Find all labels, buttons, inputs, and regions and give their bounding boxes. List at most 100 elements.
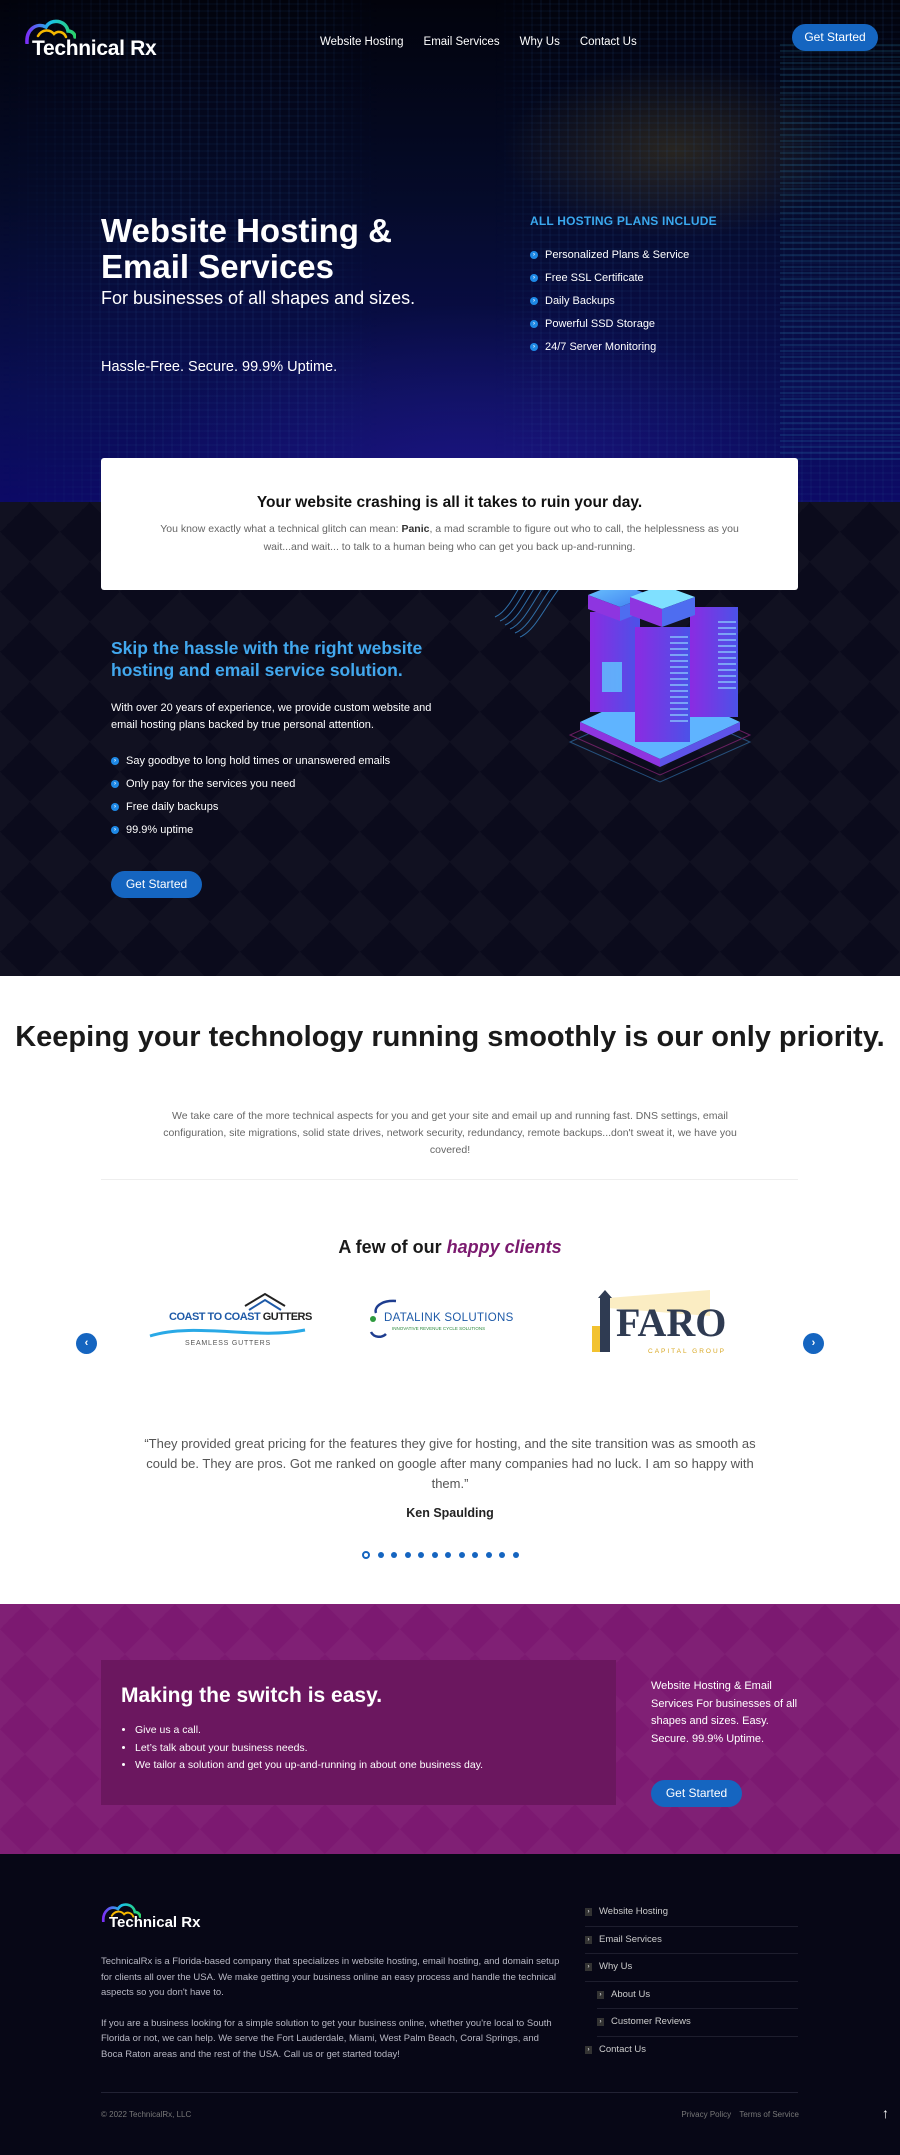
footer-link[interactable]: Website Hosting — [599, 1906, 668, 1917]
crash-body-text: You know exactly what a technical glitch… — [160, 523, 402, 535]
crash-body-emphasis: Panic — [401, 523, 430, 535]
carousel-pagination — [362, 1551, 519, 1559]
switch-title: Making the switch is easy. — [121, 1684, 383, 1707]
carousel-dot[interactable] — [431, 1552, 438, 1558]
chevron-right-icon: › — [111, 803, 119, 811]
footer-about: TechnicalRx is a Florida-based company t… — [101, 1954, 561, 2062]
crash-warning-card: Your website crashing is all it takes to… — [101, 458, 798, 590]
footer-link-item: › About Us — [597, 1982, 798, 2009]
footer-link[interactable]: Contact Us — [599, 2044, 646, 2055]
chevron-left-icon: ‹ — [84, 1337, 89, 1349]
priority-body: We take care of the more technical aspec… — [163, 1110, 737, 1156]
footer-link-item: › Why Us — [585, 1954, 798, 1982]
coast-logo-tagline: SEAMLESS GUTTERS — [185, 1340, 271, 1347]
hero-tagline: Hassle-Free. Secure. 99.9% Uptime. — [101, 359, 338, 375]
copyright: © 2022 TechnicalRx, LLC — [101, 2110, 192, 2119]
logo-text: Technical Rx — [32, 37, 157, 60]
benefit-label: Say goodbye to long hold times or unansw… — [126, 755, 391, 767]
footer-link-item: › Website Hosting — [585, 1899, 798, 1927]
carousel-dot[interactable] — [512, 1552, 519, 1558]
skip-title: Skip the hassle with the right website h… — [111, 638, 423, 680]
carousel-dot[interactable] — [445, 1552, 451, 1558]
benefit-label: Only pay for the services you need — [126, 778, 296, 790]
top-navigation: Technical Rx Website Hosting Email Servi… — [0, 0, 900, 80]
carousel-dot[interactable] — [362, 1551, 370, 1559]
client-logo-faro-capital: FARO CAPITAL GROUP — [590, 1286, 750, 1361]
plan-feature-label: Free SSL Certificate — [545, 272, 644, 284]
carousel-dot[interactable] — [404, 1552, 411, 1558]
datalink-logo-text: DATALINK SOLUTIONS — [384, 1312, 514, 1324]
switch-summary: Website Hosting & Email Services For bus… — [651, 1680, 798, 1745]
carousel-next-button[interactable]: › — [803, 1333, 824, 1354]
chevron-right-icon: › — [530, 320, 538, 328]
make-the-switch-section: Making the switch is easy. Give us a cal… — [0, 1604, 900, 1854]
plan-feature-item: › 24/7 Server Monitoring — [530, 336, 717, 359]
coast-logo-text-a: COAST TO COAST — [169, 1311, 263, 1323]
switch-steps-box: Making the switch is easy. Give us a cal… — [101, 1660, 616, 1805]
main-menu: Website Hosting Email Services Why Us Co… — [320, 36, 637, 48]
nav-link-why-us[interactable]: Why Us — [520, 36, 560, 48]
chevron-right-icon: › — [585, 1963, 592, 1971]
priority-title: Keeping your technology running smoothly… — [15, 1021, 885, 1053]
arrow-up-icon: ↑ — [882, 2105, 889, 2121]
chevron-right-icon: › — [111, 757, 119, 765]
plan-feature-label: Personalized Plans & Service — [545, 249, 690, 261]
skip-get-started-button[interactable]: Get Started — [111, 871, 202, 898]
carousel-dot[interactable] — [485, 1552, 492, 1558]
carousel-prev-button[interactable]: ‹ — [76, 1333, 97, 1354]
chevron-right-icon: › — [585, 2045, 592, 2054]
footer-links: › Website Hosting › Email Services › Why Us › A… — [585, 1899, 798, 2064]
chevron-right-icon: › — [585, 1935, 592, 1944]
footer-about-paragraph: If you are a business looking for a simp… — [101, 2017, 552, 2060]
footer-logo[interactable]: Technical Rx — [101, 1902, 201, 1932]
footer-link[interactable]: About Us — [611, 1989, 650, 2000]
benefit-label: 99.9% uptime — [126, 824, 194, 836]
clients-heading-prefix: A few of our — [338, 1237, 447, 1257]
footer-link[interactable]: Customer Reviews — [611, 2016, 691, 2027]
plan-feature-label: 24/7 Server Monitoring — [545, 341, 657, 353]
skip-the-hassle-section: Your website crashing is all it takes to… — [0, 458, 900, 976]
carousel-dot[interactable] — [377, 1552, 384, 1558]
benefit-item: › Free daily backups — [111, 796, 451, 819]
legal-links: Privacy Policy Terms of Service — [675, 2110, 799, 2119]
carousel-dot[interactable] — [418, 1552, 424, 1558]
footer-link[interactable]: Email Services — [599, 1934, 662, 1945]
chevron-right-icon: › — [597, 2018, 604, 2026]
site-footer: Technical Rx TechnicalRx is a Florida-ba… — [0, 1854, 900, 2155]
switch-step: Let’s talk about your business needs. — [135, 1740, 616, 1758]
client-logo-coast-to-coast-gutters: COAST TO COAST GUTTERS SEAMLESS GUTTERS — [145, 1292, 312, 1352]
client-logo-datalink-solutions: DATALINK SOLUTIONS INNOVATIVE REVENUE CY… — [368, 1298, 538, 1348]
plan-feature-label: Powerful SSD Storage — [545, 318, 656, 330]
skip-benefits-list: › Say goodbye to long hold times or unans… — [111, 750, 451, 842]
nav-link-email-services[interactable]: Email Services — [424, 36, 500, 48]
skip-hassle-content: Skip the hassle with the right website h… — [111, 637, 451, 898]
privacy-policy-link[interactable]: Privacy Policy — [681, 2110, 731, 2119]
plan-feature-label: Daily Backups — [545, 295, 615, 307]
crash-card-body: You know exactly what a technical glitch… — [160, 520, 740, 556]
testimonial-quote: “They provided great pricing for the fea… — [144, 1436, 756, 1491]
benefit-item: › Only pay for the services you need — [111, 773, 451, 796]
back-to-top-button[interactable]: ↑ — [882, 2105, 889, 2121]
plans-heading: ALL HOSTING PLANS INCLUDE — [530, 214, 717, 228]
chevron-right-icon: › — [530, 343, 538, 351]
plan-feature-item: › Free SSL Certificate — [530, 267, 717, 290]
site-logo[interactable]: Technical Rx — [20, 18, 157, 62]
footer-link[interactable]: Why Us — [599, 1961, 632, 1972]
hero-subtitle: For businesses of all shapes and sizes. — [101, 288, 416, 308]
section-divider — [101, 1179, 798, 1180]
switch-get-started-button[interactable]: Get Started — [651, 1780, 742, 1807]
nav-link-website-hosting[interactable]: Website Hosting — [320, 36, 404, 48]
hosting-plans-features: ALL HOSTING PLANS INCLUDE › Personalized … — [530, 214, 717, 359]
carousel-dot[interactable] — [391, 1552, 397, 1558]
nav-link-contact-us[interactable]: Contact Us — [580, 36, 637, 48]
carousel-dot[interactable] — [472, 1552, 478, 1558]
coast-logo-text: COAST TO COAST GUTTERS — [169, 1311, 312, 1323]
chevron-right-icon: › — [530, 274, 538, 282]
terms-of-service-link[interactable]: Terms of Service — [739, 2110, 799, 2119]
carousel-dot[interactable] — [458, 1552, 465, 1558]
carousel-dot[interactable] — [499, 1552, 505, 1558]
footer-divider — [101, 2092, 798, 2093]
nav-get-started-button[interactable]: Get Started — [792, 24, 878, 51]
hero-intro: Website Hosting & Email Services For bus… — [101, 213, 431, 376]
footer-about-paragraph: TechnicalRx is a Florida-based company t… — [101, 1956, 560, 1998]
